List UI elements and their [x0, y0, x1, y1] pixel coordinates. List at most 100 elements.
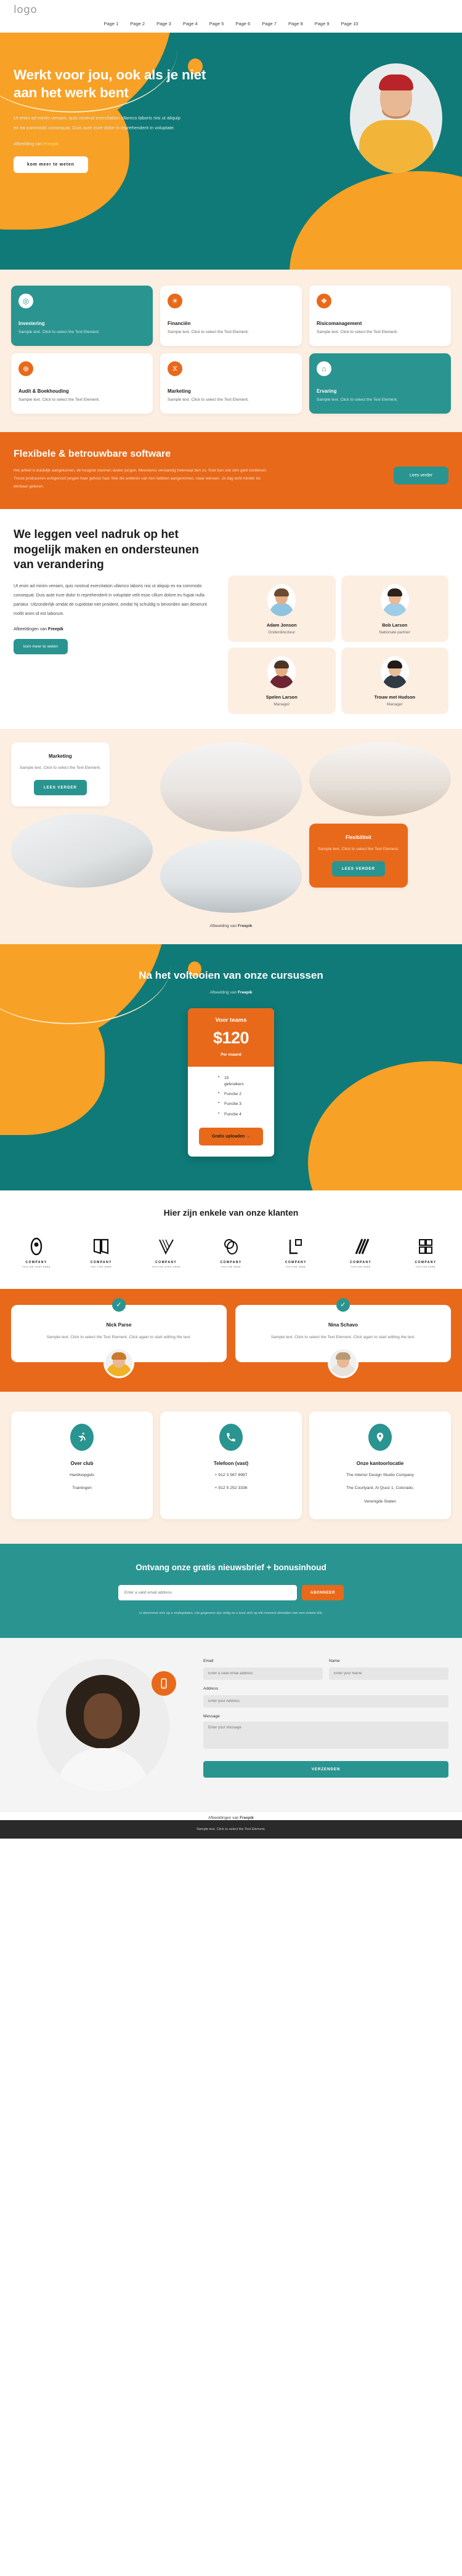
gallery-section: Marketing Sample text. Click to select t…: [0, 728, 462, 944]
footer-image-credit: Afbeeldingen van Freepik: [0, 1812, 462, 1820]
name-field[interactable]: [329, 1667, 448, 1680]
email-field[interactable]: [203, 1667, 323, 1680]
plan-feature: Functie 2: [218, 1091, 244, 1097]
newsletter-form: ABONNEER: [14, 1585, 448, 1601]
newsletter-subscribe-button[interactable]: ABONNEER: [301, 1585, 344, 1601]
footer-credit-prefix: Afbeeldingen van: [208, 1815, 240, 1820]
address-field[interactable]: [203, 1695, 448, 1707]
team-member-card[interactable]: Bob Larson Nationale partner: [341, 575, 448, 642]
avatar: [103, 1347, 134, 1378]
nav-item-6[interactable]: Page 6: [235, 21, 250, 26]
gallery-flexibiliteit-button[interactable]: LEES VERDER: [331, 861, 385, 877]
hero-orange-blob-right: [290, 171, 462, 270]
message-field[interactable]: [203, 1721, 448, 1749]
contact-card-title: Telefoon (vast): [213, 1460, 249, 1466]
services-section: ◎ Investering Sample text. Click to sele…: [0, 270, 462, 432]
clients-title: Hier zijn enkele van onze klanten: [163, 1207, 299, 1218]
contact-card-line-2[interactable]: + 912 5 252 3336: [168, 1485, 294, 1493]
service-card-investering[interactable]: ◎ Investering Sample text. Click to sele…: [11, 286, 153, 346]
service-card-ervaring[interactable]: ⌂ Ervaring Sample text. Click to select …: [309, 353, 451, 414]
contact-form-section: Email Name Address Message VERZENDEN: [0, 1637, 462, 1812]
gallery-credit-link[interactable]: Freepik: [238, 924, 252, 928]
gallery-image-notebook-hands: [160, 742, 302, 832]
testimonial-card: ✓ Nina Schavo Sample text. Click to sele…: [235, 1298, 451, 1378]
nav-item-4[interactable]: Page 4: [183, 21, 198, 26]
team-member-role: Onderdirecteur: [268, 630, 296, 635]
client-logo-3: COMPANY TAGLINE GOES HERE: [147, 1236, 185, 1268]
service-card-risicomanagement[interactable]: ❖ Risicomanagement Sample text. Click to…: [309, 286, 451, 346]
client-name: COMPANY: [90, 1260, 112, 1264]
team-member-name: Bob Larson: [382, 622, 408, 628]
nav-item-5[interactable]: Page 5: [209, 21, 224, 26]
nav-item-3[interactable]: Page 3: [156, 21, 171, 26]
contact-form-portrait-image: [36, 1658, 169, 1791]
service-card-audit-boekhouding[interactable]: ⊕ Audit & Boekhouding Sample text. Click…: [11, 353, 153, 414]
software-cta-section: Flexibele & betrouwbare software Het art…: [0, 431, 462, 509]
team-member-card[interactable]: Spelen Larson Manager: [228, 647, 336, 714]
submit-button[interactable]: VERZENDEN: [203, 1760, 448, 1778]
team-member-card[interactable]: Trouw met Hudson Manager: [341, 647, 448, 714]
hero-cta-button[interactable]: kom meer te weten: [14, 156, 88, 174]
phone-icon: [152, 1671, 176, 1696]
hero-credit-link[interactable]: Freepik: [43, 142, 59, 146]
team-credit-prefix: Afbeeldingen van: [14, 627, 49, 632]
team-cta-button[interactable]: kom meer te weten: [14, 638, 68, 654]
hero-title: Werkt voor jou, ook als je niet aan het …: [14, 67, 206, 100]
team-paragraph: Ut enim ad minim veniam, quis nostrud ex…: [14, 583, 207, 616]
nav-item-7[interactable]: Page 7: [262, 21, 277, 26]
footer-credit-link[interactable]: Freepik: [240, 1816, 254, 1820]
client-name: COMPANY: [155, 1260, 177, 1264]
testimonial-name: Nina Schavo: [328, 1322, 358, 1328]
client-logo-4: COMPANY TAGLINE HERE: [212, 1236, 250, 1268]
nav-item-2[interactable]: Page 2: [130, 21, 145, 26]
site-logo[interactable]: logo: [0, 4, 462, 16]
nav-item-8[interactable]: Page 8: [288, 21, 303, 26]
check-icon: ✓: [336, 1298, 350, 1312]
plan-feature-list: 15 gebruikers Functie 2 Functie 3 Functi…: [218, 1075, 244, 1121]
plan-price: $120: [213, 1028, 249, 1047]
pricing-credit-link[interactable]: Freepik: [238, 990, 252, 995]
pricing-title: Na het voltooien van onze cursussen: [139, 969, 323, 981]
client-logo-2: COMPANY TAG LINE HERE: [82, 1236, 120, 1268]
service-card-financien[interactable]: ☀ Financiën Sample text. Click to select…: [160, 286, 302, 346]
gallery-image-woman-beanie: [309, 742, 451, 816]
company-mark-icon: [147, 1236, 185, 1257]
pricing-image-credit: Afbeelding van Freepik: [0, 990, 462, 995]
plan-cta-button[interactable]: Gratis uploaden →: [199, 1127, 263, 1146]
globe-icon: ⊕: [18, 361, 33, 376]
gallery-marketing-button[interactable]: LEES VERDER: [33, 780, 87, 796]
client-tagline: TAGLINE HERE: [351, 1265, 371, 1268]
client-name: COMPANY: [25, 1260, 47, 1264]
client-logo-5: COMPANY TAGLINE HERE: [277, 1236, 315, 1268]
client-tagline: TAGLINE HERE: [415, 1265, 436, 1268]
client-name: COMPANY: [285, 1260, 307, 1264]
nav-item-9[interactable]: Page 9: [315, 21, 330, 26]
team-member-name: Spelen Larson: [265, 694, 298, 700]
gallery-image-office-team: [160, 838, 302, 913]
team-member-role: Manager: [274, 702, 290, 707]
client-logo-7: COMPANY TAGLINE HERE: [407, 1236, 445, 1268]
service-text: Sample text. Click to select the Text El…: [168, 397, 249, 402]
email-field-label: Email: [203, 1658, 214, 1663]
home-icon: ⌂: [317, 361, 331, 376]
testimonial-card: ✓ Nick Parse Sample text. Click to selec…: [11, 1298, 227, 1378]
team-member-role: Manager: [386, 702, 403, 707]
newsletter-email-input[interactable]: [118, 1585, 297, 1601]
contact-card-line-1[interactable]: + 912 3 567 8987: [168, 1472, 294, 1480]
nav-item-1[interactable]: Page 1: [104, 21, 119, 26]
service-text: Sample text. Click to select the Text El…: [18, 397, 100, 402]
gallery-image-credit: Afbeelding van Freepik: [11, 924, 451, 928]
message-field-label: Message: [203, 1714, 220, 1719]
software-cta-button[interactable]: Lees verder: [394, 466, 448, 484]
team-member-card[interactable]: Adam Jonson Onderdirecteur: [228, 575, 336, 642]
service-card-marketing[interactable]: ⧖ Marketing Sample text. Click to select…: [160, 353, 302, 414]
location-pin-icon: ◎: [18, 294, 33, 308]
team-credit-link[interactable]: Freepik: [48, 627, 63, 632]
software-cta-title: Flexibele & betrouwbare software: [14, 448, 171, 459]
software-cta-paragraph: Het artikel is duidelijk aangekomen, de …: [14, 468, 267, 489]
service-title: Marketing: [168, 388, 191, 394]
nav-item-10[interactable]: Page 10: [341, 21, 359, 26]
contact-section: Over club Hardloopgids Trainingen Telefo…: [0, 1391, 462, 1544]
team-image-credit: Afbeeldingen van Freepik: [14, 627, 217, 632]
gallery-card-text: Sample text. Click to select the Text El…: [318, 846, 399, 851]
